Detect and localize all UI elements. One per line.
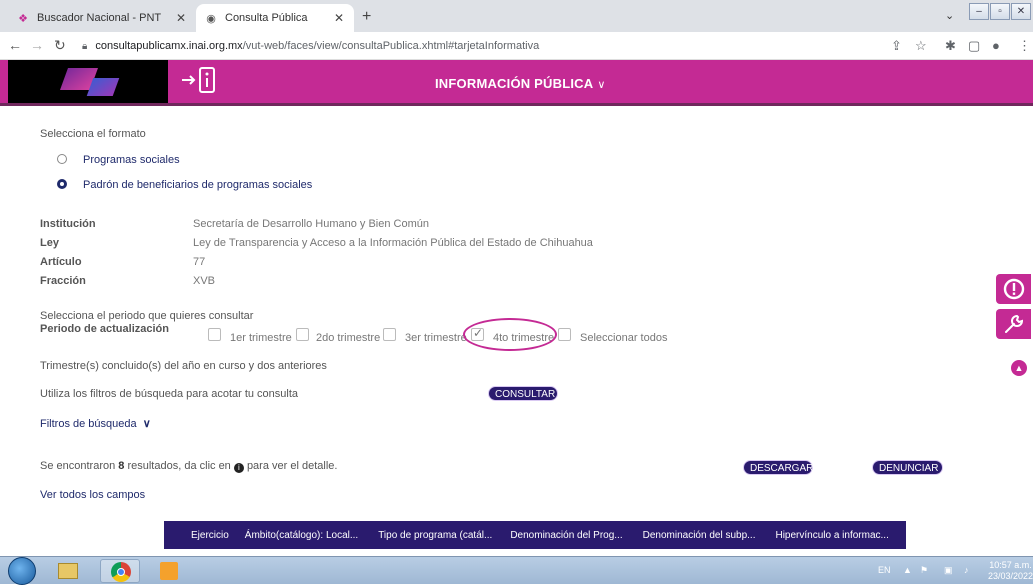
inai-logo[interactable] [8, 60, 168, 103]
results-suffix: para ver el detalle. [246, 460, 338, 472]
chrome-icon[interactable] [100, 559, 140, 583]
detail-value-institucion: Secretaría de Desarrollo Humano y Bien C… [193, 218, 430, 230]
globe-favicon-icon: ◉ [206, 12, 216, 25]
forward-arrow-icon[interactable]: → [30, 37, 44, 53]
wrench-tool-icon[interactable] [996, 309, 1031, 339]
filters-hint: Utiliza los filtros de búsqueda para aco… [40, 388, 299, 400]
checkbox-1er-trimestre[interactable] [208, 328, 221, 341]
results-count: 8 [118, 460, 125, 472]
column-header[interactable]: Ámbito(catálogo): Local... [245, 530, 358, 541]
chevron-down-icon: ∨ [142, 418, 151, 430]
column-header[interactable]: Denominación del Prog... [510, 530, 622, 541]
back-arrow-icon[interactable]: ← [8, 37, 22, 53]
network-icon[interactable]: ▣ [944, 565, 953, 576]
ver-todos-campos-link[interactable]: Ver todos los campos [40, 489, 145, 501]
column-header[interactable]: Denominación del subp... [643, 530, 756, 541]
column-header[interactable]: Ejercicio [191, 530, 229, 541]
tab-title: Buscador Nacional - PNT [37, 12, 162, 24]
windows-start-icon[interactable] [8, 557, 36, 585]
tray-expand-icon[interactable]: ▲ [903, 565, 912, 575]
period-label: Periodo de actualización [40, 323, 169, 335]
descargar-button[interactable]: DESCARGAR [743, 460, 813, 475]
checkbox-label-1er-trimestre[interactable]: 1er trimestre [230, 332, 292, 344]
window-controls: – ▫ ✕ [968, 3, 1031, 20]
minimize-icon[interactable]: – [969, 3, 989, 20]
tab-search-chevron-icon[interactable]: ⌄ [945, 9, 954, 22]
system-clock[interactable]: 10:57 a.m. 23/03/2022 [988, 560, 1033, 582]
pnt-favicon-icon: ❖ [18, 12, 28, 25]
detail-label-articulo: Artículo [40, 256, 82, 268]
radio-programas-sociales[interactable] [57, 154, 67, 164]
scroll-to-top-icon[interactable]: ▲ [1011, 360, 1027, 376]
reload-icon[interactable]: ↻ [54, 37, 66, 54]
maximize-icon[interactable]: ▫ [990, 3, 1010, 20]
radio-padron-beneficiarios[interactable] [57, 179, 67, 189]
detail-label-ley: Ley [40, 237, 59, 249]
period-prompt: Selecciona el periodo que quieres consul… [40, 310, 254, 322]
menu-kebab-icon[interactable]: ⋮ [1018, 38, 1031, 54]
results-table-header: Ejercicio Ámbito(catálogo): Local... Tip… [164, 521, 906, 549]
url-host: consultapublicamx.inai.org.mx [95, 40, 243, 52]
clock-time: 10:57 a.m. [989, 560, 1032, 570]
url-path: /vut-web/faces/view/consultaPublica.xhtm… [242, 40, 540, 52]
consultar-button[interactable]: CONSULTAR [488, 386, 558, 401]
language-indicator[interactable]: EN [878, 565, 891, 575]
profile-avatar-icon[interactable]: ● [992, 38, 1000, 53]
detail-label-fraccion: Fracción [40, 275, 86, 287]
page-title-label: INFORMACIÓN PÚBLICA [435, 76, 594, 91]
radio-label-padron-beneficiarios[interactable]: Padrón de beneficiarios de programas soc… [83, 179, 312, 191]
browser-toolbar: ← → ↻ 🔒︎ consultapublicamx.inai.org.mx /… [0, 32, 1033, 60]
tab-title: Consulta Pública [225, 12, 308, 24]
close-window-icon[interactable]: ✕ [1011, 3, 1031, 20]
info-login-icon[interactable] [178, 66, 220, 98]
clock-date: 23/03/2022 [988, 571, 1033, 581]
lock-icon: 🔒︎ [82, 40, 88, 52]
period-note: Trimestre(s) concluido(s) del año en cur… [40, 360, 327, 372]
checkbox-2do-trimestre[interactable] [296, 328, 309, 341]
extensions-puzzle-icon[interactable]: ✱ [945, 38, 956, 54]
results-summary: Se encontraron 8 resultados, da clic en … [40, 460, 337, 473]
checkbox-label-2do-trimestre[interactable]: 2do trimestre [316, 332, 380, 344]
checkbox-label-3er-trimestre[interactable]: 3er trimestre [405, 332, 467, 344]
volume-icon[interactable]: ♪ [964, 565, 969, 575]
close-tab-icon[interactable]: ✕ [334, 11, 344, 25]
address-bar[interactable]: 🔒︎ consultapublicamx.inai.org.mx /vut-we… [82, 35, 852, 57]
close-tab-icon[interactable]: ✕ [176, 11, 186, 25]
browser-tab-strip: ❖ Buscador Nacional - PNT ✕ ◉ Consulta P… [0, 0, 1033, 32]
alert-icon[interactable] [996, 274, 1031, 304]
action-center-flag-icon[interactable]: ⚑ [920, 565, 928, 576]
share-icon[interactable]: ⇪ [891, 38, 902, 54]
radio-label-programas-sociales[interactable]: Programas sociales [83, 154, 180, 166]
filters-toggle[interactable]: Filtros de búsqueda ∨ [40, 417, 151, 430]
detail-value-fraccion: XVB [193, 275, 216, 287]
detail-value-articulo: 77 [193, 256, 206, 268]
bookmark-star-icon[interactable]: ☆ [915, 38, 927, 54]
column-header[interactable]: Tipo de programa (catál... [378, 530, 492, 541]
format-prompt: Selecciona el formato [40, 128, 146, 140]
info-circle-icon: i [233, 463, 244, 473]
chevron-down-icon: ∨ [597, 79, 606, 91]
os-taskbar: EN ▲ ⚑ ▣ ♪ 10:57 a.m. 23/03/2022 [0, 556, 1033, 585]
checkbox-label-seleccionar-todos[interactable]: Seleccionar todos [580, 332, 667, 344]
browser-tab-consulta[interactable]: ◉ Consulta Pública ✕ [196, 4, 354, 32]
detail-value-ley: Ley de Transparencia y Acceso a la Infor… [193, 237, 593, 249]
results-prefix: Se encontraron [40, 460, 116, 472]
column-header[interactable]: Hipervínculo a informac... [775, 530, 888, 541]
side-panel-icon[interactable]: ▢ [968, 38, 980, 54]
site-header: INFORMACIÓN PÚBLICA ∨ [0, 60, 1033, 106]
file-explorer-icon[interactable] [48, 559, 88, 583]
checkbox-3er-trimestre[interactable] [383, 328, 396, 341]
results-middle: resultados, da clic en [127, 460, 231, 472]
checkbox-seleccionar-todos[interactable] [558, 328, 571, 341]
denunciar-button[interactable]: DENUNCIAR [872, 460, 943, 475]
detail-label-institucion: Institución [40, 218, 96, 230]
filters-toggle-label: Filtros de búsqueda [40, 418, 137, 430]
annotation-highlight-ellipse [463, 318, 557, 351]
page-title[interactable]: INFORMACIÓN PÚBLICA ∨ [435, 76, 606, 91]
office-app-icon[interactable] [150, 559, 190, 583]
new-tab-icon[interactable]: + [362, 8, 371, 26]
browser-tab-buscador[interactable]: ❖ Buscador Nacional - PNT ✕ [8, 4, 196, 32]
